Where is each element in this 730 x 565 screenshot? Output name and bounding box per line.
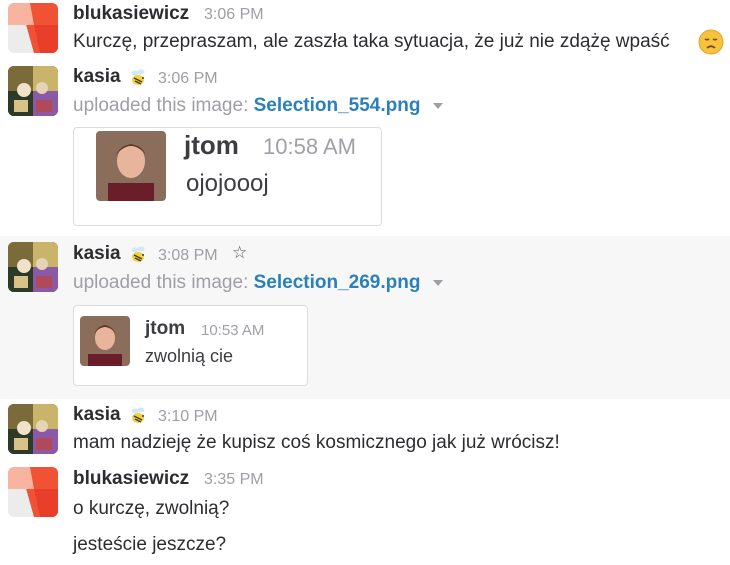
message-text: mam nadzieję że kupisz coś kosmicznego j… bbox=[73, 432, 560, 453]
timestamp[interactable]: 3:08 PM bbox=[158, 247, 218, 265]
message-text: jesteście jeszcze? bbox=[73, 534, 227, 555]
chevron-down-icon[interactable] bbox=[432, 102, 443, 109]
disappointed-face-icon bbox=[698, 29, 724, 60]
avatar-kasia[interactable] bbox=[8, 66, 58, 116]
preview-avatar bbox=[96, 131, 166, 201]
upload-line: uploaded this image: Selection_554.png bbox=[73, 95, 443, 117]
upload-line: uploaded this image: Selection_269.png bbox=[73, 272, 443, 294]
preview-text: ojojoooj bbox=[186, 170, 269, 197]
bee-icon bbox=[127, 243, 149, 265]
author-name[interactable]: kasia bbox=[73, 243, 121, 265]
avatar-kasia[interactable] bbox=[8, 242, 58, 292]
preview-name: jtom bbox=[145, 318, 186, 339]
bee-icon bbox=[127, 66, 149, 88]
message-5: blukasiewicz 3:35 PM o kurczę, zwolnią? … bbox=[0, 462, 730, 565]
preview-time: 10:58 AM bbox=[263, 134, 356, 159]
message-2: kasia 3:06 PM uploaded this image: Selec… bbox=[0, 62, 730, 236]
file-link[interactable]: Selection_554.png bbox=[254, 95, 421, 116]
message-4: kasia 3:10 PM mam nadzieję że kupisz coś… bbox=[0, 399, 730, 462]
timestamp[interactable]: 3:10 PM bbox=[158, 408, 218, 426]
preview-text: zwolnią cie bbox=[145, 346, 234, 366]
avatar-blukasiewicz[interactable] bbox=[8, 467, 58, 517]
message-text: Kurczę, przepraszam, ale zaszła taka syt… bbox=[73, 31, 670, 52]
file-link[interactable]: Selection_269.png bbox=[254, 272, 421, 293]
author-name[interactable]: kasia bbox=[73, 66, 121, 88]
preview-time: 10:53 AM bbox=[201, 322, 265, 339]
avatar-kasia[interactable] bbox=[8, 404, 58, 454]
message-3: kasia 3:08 PM ☆ uploaded this image: Sel… bbox=[0, 236, 730, 399]
star-icon[interactable]: ☆ bbox=[232, 243, 247, 263]
author-name[interactable]: blukasiewicz bbox=[73, 3, 189, 25]
author-name[interactable]: kasia bbox=[73, 404, 121, 426]
avatar-blukasiewicz[interactable] bbox=[8, 3, 58, 53]
message-1: blukasiewicz 3:06 PM Kurczę, przepraszam… bbox=[0, 0, 730, 62]
image-thumbnail[interactable]: jtom 10:58 AM ojojoooj bbox=[73, 127, 382, 226]
image-thumbnail[interactable]: jtom 10:53 AM zwolnią cie bbox=[73, 305, 308, 386]
bee-icon bbox=[127, 404, 149, 426]
author-name[interactable]: blukasiewicz bbox=[73, 468, 189, 490]
timestamp[interactable]: 3:06 PM bbox=[204, 6, 264, 24]
preview-name: jtom bbox=[184, 130, 239, 160]
message-text: o kurczę, zwolnią? bbox=[73, 498, 230, 519]
chevron-down-icon[interactable] bbox=[432, 279, 443, 286]
timestamp[interactable]: 3:35 PM bbox=[204, 471, 264, 489]
upload-prefix: uploaded this image: bbox=[73, 272, 249, 293]
timestamp[interactable]: 3:06 PM bbox=[158, 70, 218, 88]
upload-prefix: uploaded this image: bbox=[73, 95, 249, 116]
preview-avatar bbox=[80, 316, 130, 366]
